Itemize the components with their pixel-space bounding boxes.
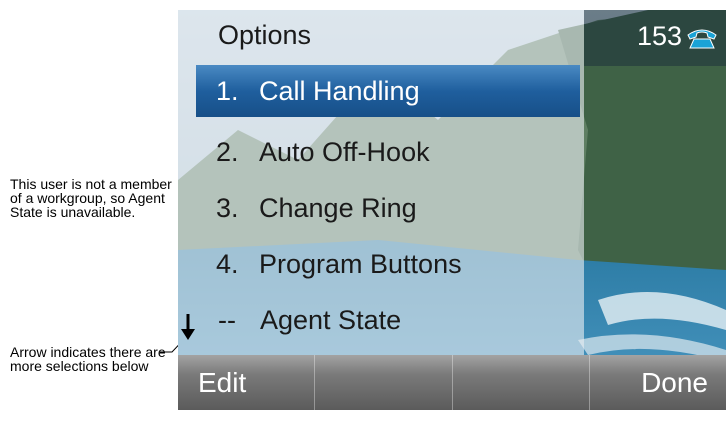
softkey-3[interactable] bbox=[453, 355, 590, 410]
softkey-label: Edit bbox=[198, 367, 247, 398]
menu-item-label: Change Ring bbox=[259, 193, 417, 223]
menu-item-number: 4. bbox=[216, 249, 239, 279]
menu-item-label: Auto Off-Hook bbox=[259, 137, 430, 167]
arrow-annotation: Arrow indicates there are more selection… bbox=[10, 344, 166, 374]
agent-state-annotation: This user is not a member of a workgroup… bbox=[10, 176, 172, 220]
menu-item-number: 1. bbox=[216, 76, 239, 106]
menu-item-label: Call Handling bbox=[259, 76, 420, 106]
softkey-label: Done bbox=[641, 367, 708, 398]
menu-item-call-handling[interactable]: 1. Call Handling bbox=[196, 65, 580, 117]
menu-item-number: -- bbox=[218, 305, 236, 335]
menu-item-number: 3. bbox=[216, 193, 239, 223]
menu-item-label: Program Buttons bbox=[259, 249, 462, 279]
menu-item-label: Agent State bbox=[260, 305, 402, 335]
extension-number: 153 bbox=[636, 21, 682, 51]
menu-item-program-buttons[interactable]: 4. Program Buttons bbox=[196, 240, 580, 288]
softkey-done[interactable]: Done bbox=[590, 355, 726, 410]
phone-screen: Options 153 1. Call Handling 2. Auto Off… bbox=[178, 10, 726, 410]
status-area: 153 bbox=[584, 10, 726, 66]
softkey-2[interactable] bbox=[315, 355, 453, 410]
menu-item-number: 2. bbox=[216, 137, 239, 167]
phone-handset-icon bbox=[687, 29, 717, 49]
menu-item-change-ring[interactable]: 3. Change Ring bbox=[196, 184, 580, 232]
screen-title: Options bbox=[218, 20, 312, 50]
softkey-edit[interactable]: Edit bbox=[178, 355, 316, 410]
softkey-bar: Edit Done bbox=[178, 355, 726, 410]
down-arrow-icon bbox=[181, 314, 195, 340]
menu-item-agent-state: -- Agent State bbox=[196, 296, 580, 344]
menu-item-auto-off-hook[interactable]: 2. Auto Off-Hook bbox=[196, 128, 580, 176]
